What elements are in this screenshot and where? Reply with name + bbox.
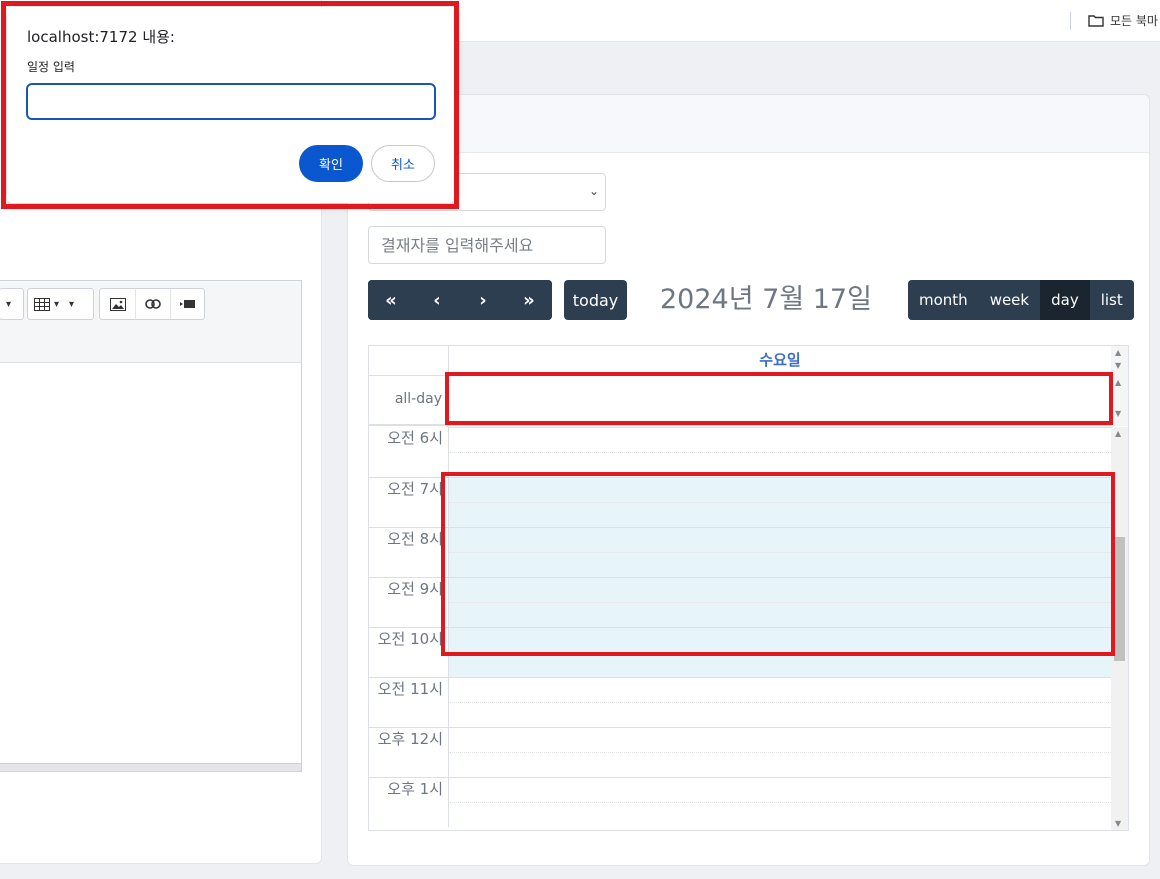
time-slot-row: 오전 7시 [369, 477, 1111, 527]
time-slot-cell[interactable] [449, 727, 1111, 777]
view-day-button[interactable]: day [1040, 280, 1090, 320]
time-slot-row: 오전 6시 [369, 427, 1111, 477]
time-slot-label: 오전 7시 [369, 477, 449, 527]
time-slot-row: 오전 9시 [369, 577, 1111, 627]
allday-row: all-day [369, 376, 1111, 426]
time-slot-cell-selected[interactable] [449, 527, 1111, 577]
time-slot-label: 오전 6시 [369, 427, 449, 477]
time-slot-label: 오전 10시 [369, 627, 449, 677]
calendar-header-row: 수요일 [369, 346, 1111, 376]
scroll-down-icon[interactable]: ▼ [1115, 361, 1121, 370]
chevron-down-icon: ⌄ [588, 184, 599, 198]
cancel-button[interactable]: 취소 [371, 145, 435, 182]
card-header [348, 95, 1149, 153]
chevron-down-icon: ▾ [69, 298, 75, 310]
nav-button-group: « ‹ › » [368, 280, 552, 320]
table-button[interactable]: ▾ ▾ [28, 289, 80, 319]
time-slot-cell-selected[interactable] [449, 577, 1111, 627]
next-button[interactable]: › [460, 280, 506, 320]
bookmark-folder-label: 모든 북마 [1110, 14, 1158, 28]
time-slot-row: 오후 12시 [369, 727, 1111, 777]
chevron-down-icon: ▾ [6, 298, 12, 310]
time-slot-label: 오전 8시 [369, 527, 449, 577]
scroll-up-icon[interactable]: ▲ [1115, 378, 1121, 387]
folder-icon [1088, 15, 1104, 27]
time-slot-label: 오후 1시 [369, 777, 449, 827]
header-scroll-strip[interactable]: ▲ ▼ ▲ ▼ [1111, 346, 1128, 426]
view-month-button[interactable]: month [908, 280, 979, 320]
dialog-message: 일정 입력 [27, 60, 75, 74]
scroll-up-icon[interactable]: ▲ [1115, 348, 1121, 357]
ok-button[interactable]: 확인 [299, 145, 363, 182]
scrollbar-thumb[interactable] [1114, 537, 1125, 661]
time-slot-cell[interactable] [449, 677, 1111, 727]
time-slot-cell[interactable] [449, 777, 1111, 827]
allday-cell[interactable] [449, 376, 1111, 426]
scroll-down-icon[interactable]: ▼ [1115, 819, 1121, 828]
view-week-button[interactable]: week [978, 280, 1041, 320]
dropdown-button[interactable]: ▾ [0, 289, 17, 319]
calendar-card: ⌄ « ‹ › » today 2024년 7월 17일 month week … [347, 94, 1150, 866]
day-calendar-grid: 수요일 all-day ▲ ▼ ▲ ▼ 오전 6시 오전 7시 오전 8시 오전… [368, 345, 1129, 831]
table-group[interactable]: ▾ ▾ [27, 288, 94, 320]
prev-button[interactable]: ‹ [414, 280, 460, 320]
time-slot-row: 오전 8시 [369, 527, 1111, 577]
time-slot-label: 오전 11시 [369, 677, 449, 727]
editor-resize-bar[interactable] [0, 763, 301, 771]
time-slot-label: 오후 12시 [369, 727, 449, 777]
time-slot-cell[interactable] [449, 427, 1111, 477]
prompt-dialog: localhost:7172 내용: 일정 입력 확인 취소 [7, 7, 455, 203]
time-slot-row: 오후 1시 [369, 777, 1111, 827]
next-year-button[interactable]: » [506, 280, 552, 320]
table-icon [34, 297, 50, 311]
time-slot-row: 오전 11시 [369, 677, 1111, 727]
time-slot-row: 오전 10시 [369, 627, 1111, 677]
view-list-button[interactable]: list [1089, 280, 1134, 320]
toolbar-dropdown-group[interactable]: ▾ [0, 288, 24, 320]
day-header[interactable]: 수요일 [449, 346, 1111, 376]
header-axis-cell [369, 346, 449, 376]
prev-year-button[interactable]: « [368, 280, 414, 320]
time-slot-cell-selected[interactable] [449, 477, 1111, 527]
view-button-group: month week day list [908, 280, 1134, 320]
dialog-title: localhost:7172 내용: [27, 28, 175, 46]
allday-label: all-day [369, 376, 449, 426]
calendar-toolbar: « ‹ › » today 2024년 7월 17일 month week da… [368, 280, 1134, 320]
today-button[interactable]: today [564, 280, 627, 320]
rich-text-editor[interactable]: ▾ ▾ ▾ [0, 280, 302, 772]
chevron-down-icon: ▾ [54, 298, 60, 310]
video-icon [179, 300, 195, 308]
time-slot-cell-selected[interactable] [449, 627, 1111, 677]
editor-toolbar: ▾ ▾ ▾ [0, 281, 301, 363]
scroll-down-icon[interactable]: ▼ [1115, 409, 1121, 418]
image-icon [109, 297, 126, 311]
dialog-input[interactable] [26, 83, 436, 120]
calendar-title: 2024년 7월 17일 [660, 284, 872, 315]
image-button[interactable] [100, 289, 135, 319]
bookmark-divider [1070, 12, 1071, 30]
scroll-up-icon[interactable]: ▲ [1115, 429, 1121, 438]
approver-input[interactable] [368, 226, 606, 264]
time-grid-scrollbar[interactable]: ▲ ▼ [1111, 427, 1128, 830]
video-button[interactable] [170, 289, 204, 319]
insert-group[interactable] [99, 288, 205, 320]
link-icon [145, 299, 161, 309]
bookmark-folder-all[interactable]: 모든 북마 [1088, 12, 1158, 29]
time-slot-label: 오전 9시 [369, 577, 449, 627]
time-grid: 오전 6시 오전 7시 오전 8시 오전 9시 오전 10시 오전 11시 오후… [369, 427, 1111, 830]
link-button[interactable] [135, 289, 170, 319]
